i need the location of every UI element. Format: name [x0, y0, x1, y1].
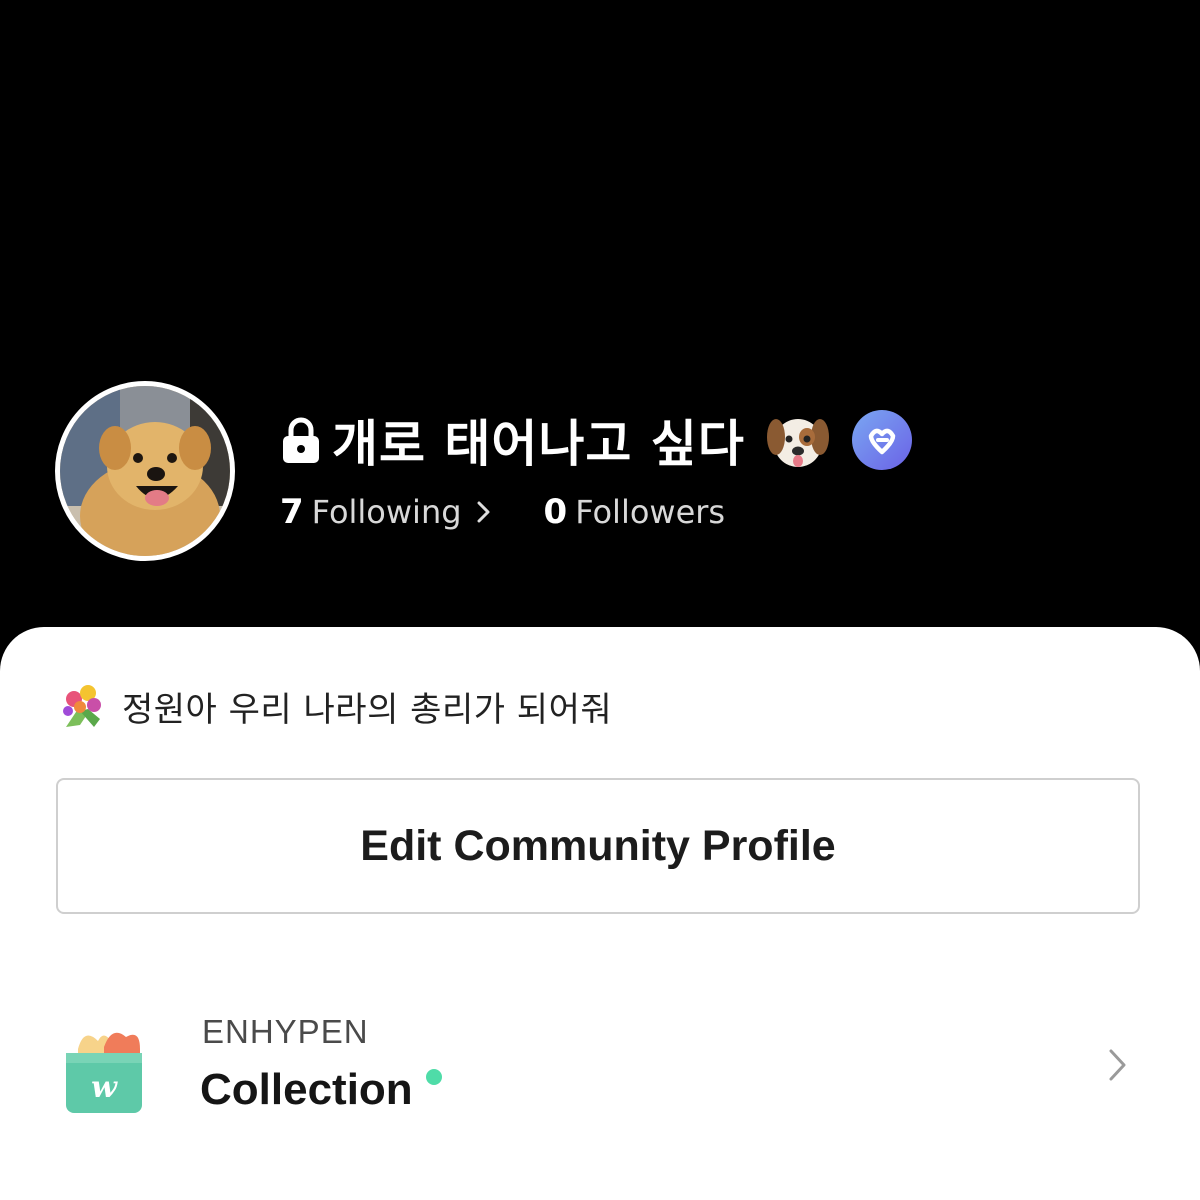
followers-label: Followers — [575, 493, 726, 531]
chevron-right-icon — [477, 501, 490, 523]
followers-count: 0 — [543, 492, 568, 532]
new-indicator-dot — [426, 1069, 442, 1085]
bio-text: 정원아 우리 나라의 총리가 되어줘 — [122, 689, 613, 730]
collection-label: Collection — [200, 1065, 413, 1114]
profile-page: 개로 태어나고 싶다 7 Following 0 Followers 정원아 우… — [0, 0, 1200, 1200]
weverse-shop-icon: w — [66, 1032, 142, 1113]
collection-artist-label: ENHYPEN — [202, 1013, 369, 1050]
avatar[interactable] — [55, 381, 235, 561]
edit-community-profile-button[interactable]: Edit Community Profile — [56, 778, 1140, 914]
svg-text:w: w — [91, 1070, 118, 1105]
profile-nickname: 개로 태어나고 싶다 — [332, 415, 745, 473]
lock-icon — [283, 417, 319, 463]
collection-row[interactable]: w ENHYPEN Collection — [56, 1005, 1144, 1130]
dog-photo-avatar-icon — [60, 386, 230, 556]
weverse-membership-badge-icon[interactable] — [851, 409, 913, 471]
following-label: Following — [311, 493, 462, 531]
edit-community-profile-label: Edit Community Profile — [360, 821, 836, 870]
chevron-right-icon — [1109, 1049, 1126, 1081]
profile-stats: 7 Following 0 Followers — [280, 488, 725, 536]
following-count: 7 — [280, 492, 304, 532]
profile-name-row: 개로 태어나고 싶다 — [280, 406, 913, 474]
dog-face-emoji-icon — [766, 419, 829, 467]
followers-stat[interactable]: 0 Followers — [544, 492, 726, 532]
following-link[interactable]: 7 Following — [280, 492, 494, 532]
profile-bio: 정원아 우리 나라의 총리가 되어줘 — [58, 680, 612, 732]
bouquet-icon — [63, 685, 101, 727]
